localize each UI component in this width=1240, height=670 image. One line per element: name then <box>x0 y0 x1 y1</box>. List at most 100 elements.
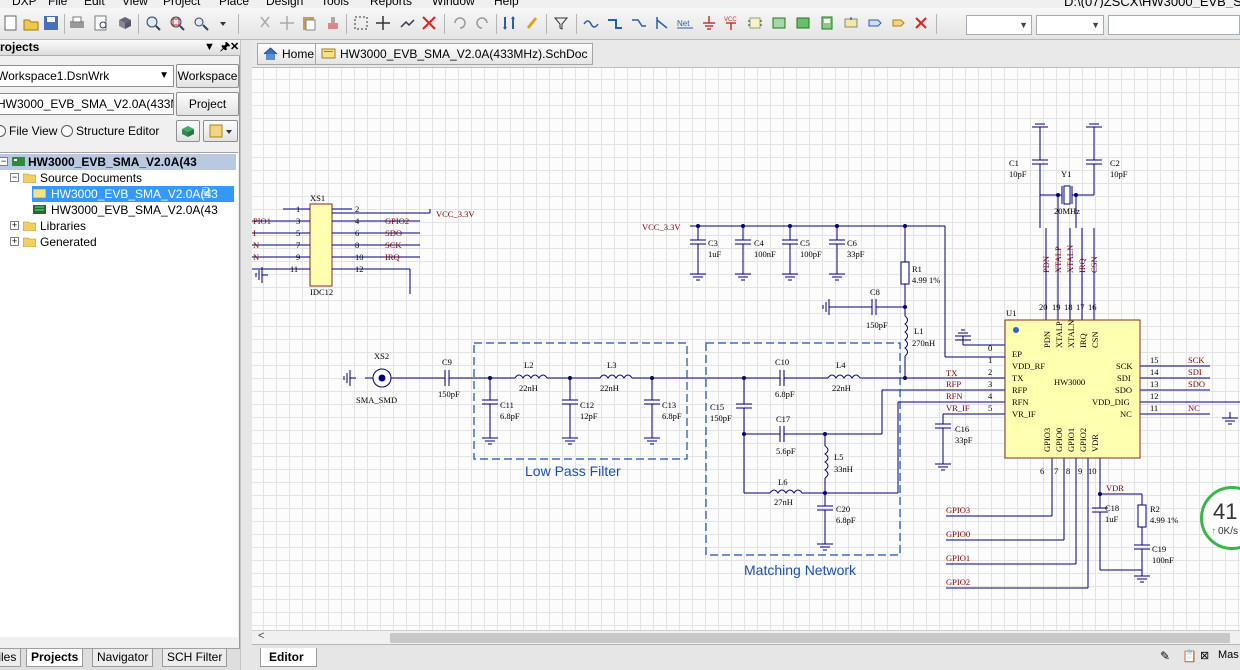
pin-icon[interactable]: 🖈 <box>220 40 230 55</box>
3d-icon[interactable] <box>116 14 134 32</box>
c20-val: 6.8pF <box>836 515 856 525</box>
print-icon[interactable] <box>68 14 86 32</box>
project-button[interactable]: Project <box>176 92 239 116</box>
tab-projects[interactable]: Projects <box>26 649 84 667</box>
menu-reports[interactable]: Reports <box>370 0 412 8</box>
tree-doc-pcb[interactable]: HW3000_EVB_SMA_V2.0A(43 <box>32 202 234 218</box>
paste-icon[interactable] <box>300 14 318 32</box>
workspace-select[interactable]: Workspace1.DsnWrk ▼ <box>0 65 174 87</box>
tab-navigator[interactable]: Navigator <box>92 649 154 667</box>
filter-icon[interactable] <box>552 14 570 32</box>
collapse-icon[interactable]: − <box>0 157 8 166</box>
menu-dxp[interactable]: DXP <box>12 0 37 8</box>
toolbar-combo-3[interactable] <box>1108 15 1240 35</box>
port-icon[interactable] <box>842 14 860 32</box>
toolbar-combo-1[interactable]: ▼ <box>966 15 1032 35</box>
toolbar-combo-2[interactable]: ▼ <box>1036 15 1104 35</box>
tab-schematic-doc[interactable]: HW3000_EVB_SMA_V2.0A(433MHz).SchDoc <box>315 43 594 65</box>
clipboard-icon[interactable]: 📋 <box>1182 649 1197 663</box>
sheet-symbol-icon[interactable] <box>770 14 788 32</box>
menu-design[interactable]: Design <box>266 0 303 8</box>
mask-label[interactable]: Mas <box>1218 649 1239 661</box>
redo-icon[interactable] <box>474 14 492 32</box>
u1-pin-vdr: VDR <box>1090 434 1100 452</box>
menu-project[interactable]: Project <box>163 0 200 8</box>
clear-pencil-icon[interactable]: ✎ <box>1160 649 1170 663</box>
tree-doc-schematic[interactable]: HW3000_EVB_SMA_V2.0A(43 🗎 <box>32 186 234 202</box>
u1-pin-num-8: 8 <box>1066 466 1070 476</box>
tree-source-documents[interactable]: − Source Documents <box>0 170 236 186</box>
c1-ref: C1 <box>1009 158 1019 168</box>
menu-file[interactable]: File <box>48 0 67 8</box>
clear-icon[interactable] <box>912 14 930 32</box>
deselect-icon[interactable] <box>420 14 438 32</box>
net-vdr: VDR <box>1106 483 1124 493</box>
project-field[interactable]: HW3000_EVB_SMA_V2.0A(433MHz <box>0 93 174 115</box>
expand-icon[interactable]: + <box>10 237 19 246</box>
panel-menu-icon[interactable]: ▼ <box>204 40 215 55</box>
menu-view[interactable]: View <box>122 0 148 8</box>
workspace-button[interactable]: Workspace <box>176 64 239 88</box>
horizontal-scrollbar[interactable]: < <box>252 630 1240 644</box>
off-sheet-icon[interactable] <box>866 14 884 32</box>
cut-icon[interactable] <box>256 14 274 32</box>
select-area-icon[interactable] <box>352 14 370 32</box>
tab-home[interactable]: Home <box>257 43 321 65</box>
scroll-left-icon[interactable]: < <box>258 630 264 642</box>
file-view-radio[interactable]: File View <box>0 124 57 138</box>
l1-ref: L1 <box>914 326 923 336</box>
compile-icon[interactable] <box>176 120 200 142</box>
undo-icon[interactable] <box>450 14 468 32</box>
tree-libraries[interactable]: + Libraries <box>0 218 236 234</box>
structure-editor-radio[interactable]: Structure Editor <box>61 124 159 138</box>
zoom-fit-icon[interactable] <box>144 14 162 32</box>
collapse-icon[interactable]: − <box>10 173 19 182</box>
tab-editor[interactable]: Editor <box>260 648 317 667</box>
gnd-port-icon[interactable] <box>700 14 718 32</box>
c13-ref: C13 <box>662 400 676 410</box>
file-view-label: File View <box>9 124 58 138</box>
open-icon[interactable] <box>22 14 40 32</box>
scroll-thumb[interactable] <box>390 633 1230 643</box>
panel-splitter[interactable] <box>240 40 252 670</box>
connect-icon[interactable] <box>398 14 416 32</box>
move-selection-icon[interactable] <box>374 14 392 32</box>
tree-project[interactable]: − HW3000_EVB_SMA_V2.0A(43 <box>0 154 236 170</box>
probe-icon[interactable] <box>524 14 542 32</box>
menu-place[interactable]: Place <box>219 0 249 8</box>
move-icon[interactable] <box>278 14 296 32</box>
tree-generated[interactable]: + Generated <box>0 234 236 250</box>
menu-window[interactable]: Window <box>432 0 475 8</box>
wire-icon[interactable] <box>582 14 600 32</box>
place-part-icon[interactable] <box>746 14 764 32</box>
print-preview-icon[interactable] <box>92 14 110 32</box>
menu-edit[interactable]: Edit <box>84 0 105 8</box>
net-label-icon[interactable]: Net <box>676 14 694 32</box>
tab-files[interactable]: Files <box>0 649 22 667</box>
zoom-icon[interactable]: ⊠ <box>1200 649 1209 662</box>
hierarchy-icon[interactable] <box>500 14 518 32</box>
gauge-sub-text: 0K/s <box>1218 526 1239 537</box>
new-icon[interactable] <box>2 14 20 32</box>
menu-help[interactable]: Help <box>494 0 519 8</box>
expand-icon[interactable]: + <box>10 221 19 230</box>
dropdown-icon[interactable] <box>214 14 232 32</box>
zoom-area-icon[interactable] <box>168 14 186 32</box>
bus-icon[interactable] <box>606 14 624 32</box>
xs1-pin-11: 11 <box>290 264 298 274</box>
net-gpio0: GPIO0 <box>946 529 970 539</box>
zoom-select-icon[interactable] <box>192 14 210 32</box>
device-sheet-icon[interactable] <box>818 14 836 32</box>
rubber-stamp-icon[interactable] <box>324 14 342 32</box>
no-erc-icon[interactable] <box>890 14 908 32</box>
tab-sch-filter[interactable]: SCH Filter <box>162 649 228 667</box>
vcc-port-icon[interactable]: VCC <box>722 14 740 32</box>
bus-entry-icon[interactable] <box>654 14 672 32</box>
signal-harness-icon[interactable] <box>630 14 648 32</box>
save-icon[interactable] <box>42 14 60 32</box>
panel-close-icon[interactable]: ✕ <box>230 40 239 55</box>
sheet-entry-icon[interactable] <box>794 14 812 32</box>
project-options-icon[interactable] <box>203 120 238 142</box>
menu-tools[interactable]: Tools <box>321 0 349 8</box>
schematic-sheet[interactable]: XS1 IDC12 1 3 5 7 9 11 2 4 6 8 10 12 PIO… <box>252 68 1240 630</box>
